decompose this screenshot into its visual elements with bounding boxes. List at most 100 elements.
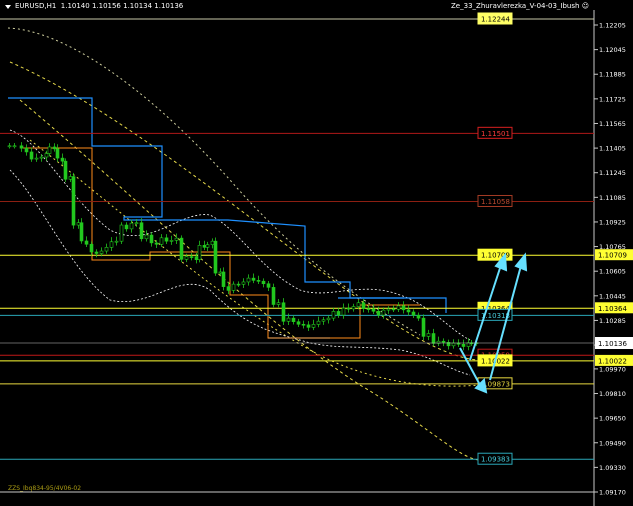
candle-body [94, 251, 99, 254]
candle-body [109, 241, 114, 248]
axis-level-tag-text: 1.10022 [598, 357, 627, 365]
candle-body [426, 333, 431, 337]
candle-body [226, 286, 231, 291]
candle-body [286, 317, 291, 322]
candle-body [174, 237, 179, 241]
price-tick-label: 1.09330 [599, 464, 626, 472]
candle-body [326, 317, 331, 321]
candle-body [401, 305, 406, 311]
candle-body [386, 308, 391, 311]
candle-body [381, 309, 386, 316]
candle-body [331, 311, 336, 319]
price-tick-label: 1.09970 [599, 365, 626, 373]
candle-body [34, 157, 39, 160]
candle-body [213, 240, 218, 274]
candle-body [134, 222, 139, 225]
candle-body [197, 245, 202, 260]
candle-body [356, 302, 361, 307]
candle-body [84, 240, 89, 245]
candle-body [179, 237, 184, 260]
level-label-text: 1.12244 [481, 15, 510, 23]
price-tick-label: 1.09650 [599, 415, 626, 423]
price-tick-label: 1.11565 [599, 120, 626, 128]
candle-body [306, 324, 311, 328]
forecast-arrows [459, 252, 528, 394]
candle-body [271, 287, 276, 305]
chart-window[interactable]: EURUSD,H1 1.10140 1.10156 1.10134 1.1013… [0, 0, 633, 506]
candle-body [55, 148, 60, 159]
candle-body [371, 308, 376, 312]
axis-level-tag-text: 1.10709 [598, 252, 627, 260]
candle-body [184, 256, 189, 260]
candle-body [154, 242, 159, 245]
candle-body [321, 319, 326, 322]
candle-body [124, 224, 129, 230]
candle-body [336, 311, 341, 316]
candle-body [24, 147, 29, 153]
candle-body [189, 256, 194, 258]
price-tick-label: 1.11885 [599, 71, 626, 79]
candle-body [276, 302, 281, 305]
candle-body [218, 271, 223, 274]
candle-body [99, 250, 104, 254]
candle-body [256, 280, 261, 282]
candle-body [391, 308, 396, 311]
candle-body [29, 151, 34, 160]
candle-body [351, 306, 356, 310]
candle-body [144, 234, 149, 240]
candle-body [341, 307, 346, 316]
candle-body [47, 146, 52, 154]
price-candles [7, 142, 479, 351]
candle-body [261, 280, 266, 285]
price-tick-label: 1.11725 [599, 95, 626, 103]
candle-body [169, 240, 174, 242]
candle-body [79, 222, 84, 242]
footer-label: ZZS_Ibq834-95/4V06-02 [8, 485, 82, 492]
price-tick-label: 1.10285 [599, 317, 626, 325]
price-tick-label: 1.09170 [599, 489, 626, 497]
candle-body [291, 317, 296, 323]
candle-body [411, 311, 416, 316]
current-price-label: 1.10136 [598, 340, 627, 348]
candle-body [89, 243, 94, 253]
candle-body [366, 308, 371, 310]
candle-body [39, 156, 44, 159]
candle-body [376, 310, 381, 316]
candle-body [251, 277, 256, 281]
candle-body [119, 224, 124, 242]
candle-body [451, 342, 456, 347]
candle-body [194, 256, 199, 260]
candle-body [346, 307, 351, 310]
candle-body [441, 340, 446, 343]
candle-body [68, 176, 73, 180]
dashed-channel-low2 [29, 139, 481, 387]
candle-body [266, 283, 271, 288]
candle-body [139, 222, 144, 240]
white-band-lower [9, 169, 471, 376]
price-tick-label: 1.10445 [599, 292, 626, 300]
candle-body [71, 176, 76, 226]
price-tick-label: 1.09490 [599, 439, 626, 447]
current-price-marker: 1.10136 [0, 337, 633, 349]
dashed-channel-mid [7, 27, 421, 336]
candle-body [12, 145, 17, 148]
candle-body [421, 317, 426, 337]
price-tick-label: 1.12205 [599, 22, 626, 30]
candle-body [205, 244, 210, 248]
level-lines: 1.122441.115011.110581.10709 1.107091.103… [0, 12, 633, 465]
level-label-text: 1.09383 [481, 456, 510, 464]
price-plot[interactable]: 1.12205 1.12045 1.11885 1.11725 1.11565 1.114… [0, 0, 633, 506]
candle-body [159, 237, 164, 245]
candle-body [406, 309, 411, 313]
candle-body [149, 234, 154, 244]
candle-body [164, 237, 169, 242]
price-tick-label: 1.10605 [599, 268, 626, 276]
candle-body [7, 145, 12, 148]
candle-body [210, 240, 215, 245]
price-tick-label: 1.10925 [599, 218, 626, 226]
candle-body [76, 222, 81, 226]
candle-body [236, 283, 241, 286]
candle-body [104, 247, 109, 252]
candle-body [246, 277, 251, 283]
candle-body [361, 302, 366, 309]
